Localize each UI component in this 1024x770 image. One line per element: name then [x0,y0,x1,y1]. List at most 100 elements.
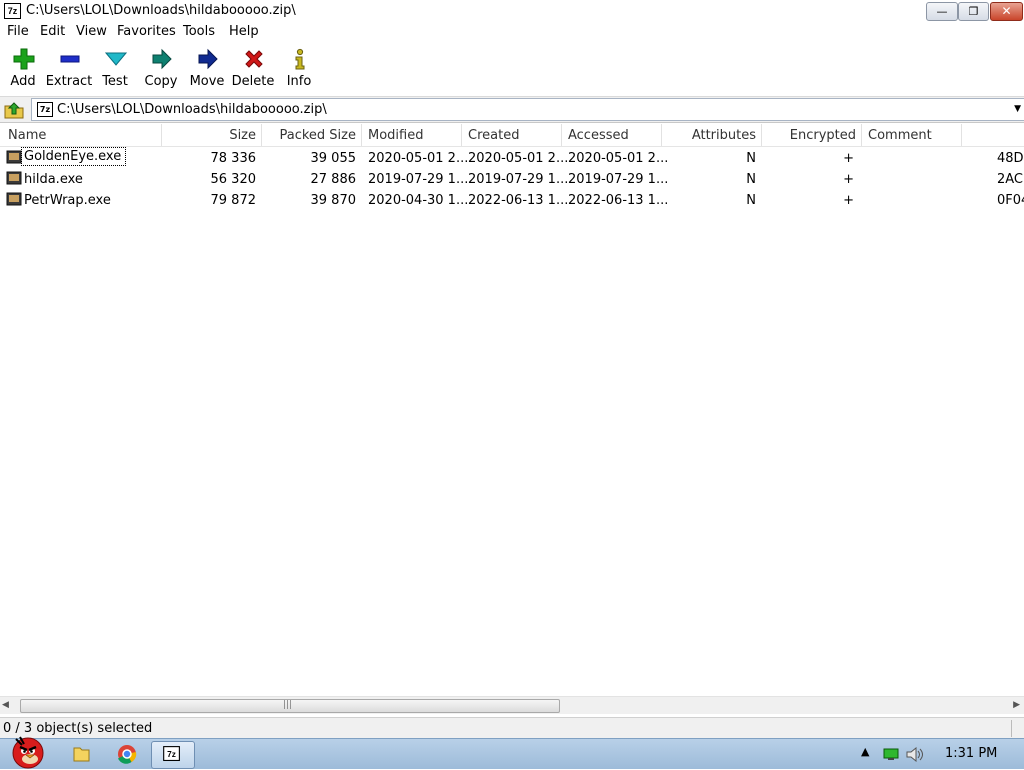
close-icon: ✕ [1001,4,1012,18]
scroll-left-icon[interactable]: ◀ [2,700,9,710]
plus-icon [13,48,35,70]
grip-icon: ||| [283,700,293,710]
close-button[interactable]: ✕ [990,2,1023,21]
column-divider[interactable] [561,124,562,146]
taskbar-chrome[interactable] [106,741,148,767]
svg-text:7z: 7z [167,749,176,759]
file-accessed: 2022-06-13 1... [568,193,669,208]
file-name[interactable]: GoldenEye.exe [20,147,127,166]
show-hidden-icons-icon[interactable]: ▲ [861,745,869,758]
file-accessed: 2020-05-01 2... [568,151,669,166]
address-combobox[interactable]: 7z C:\Users\LOL\Downloads\hildabooooo.zi… [31,98,1024,121]
menu-edit[interactable]: Edit [40,24,65,39]
scroll-right-icon[interactable]: ▶ [1013,700,1020,710]
status-bar: 0 / 3 object(s) selected [0,717,1024,739]
taskbar: 7z ▲ 1:31 PM [0,736,1024,769]
start-orb-angry-bird-icon[interactable] [2,731,50,769]
file-modified: 2020-04-30 1... [368,193,469,208]
col-attributes[interactable]: Attributes [662,128,756,143]
info-icon [295,48,305,70]
file-created: 2019-07-29 1... [468,172,569,187]
table-row[interactable]: hilda.exe 56 320 27 886 2019-07-29 1... … [0,169,1024,190]
chrome-icon [118,745,137,764]
exe-file-icon [6,171,22,185]
file-packed-size: 39 055 [310,151,357,166]
zip-archive-icon: 7z [37,102,53,117]
menu-help[interactable]: Help [229,24,259,39]
toolbar: Add Extract Test Copy Move Delete Info [0,42,1024,97]
exe-file-icon [6,150,22,164]
7zip-app-icon[interactable]: 7z [4,3,21,19]
file-accessed: 2019-07-29 1... [568,172,669,187]
file-encrypted: + [843,151,854,166]
menu-bar: File Edit View Favorites Tools Help [0,22,1024,42]
copy-arrow-icon [152,48,172,70]
file-created: 2020-05-01 2... [468,151,569,166]
table-row[interactable]: GoldenEye.exe 78 336 39 055 2020-05-01 2… [0,147,1024,169]
col-name[interactable]: Name [8,128,46,143]
col-modified[interactable]: Modified [368,128,423,143]
file-size: 56 320 [210,172,257,187]
address-bar: 7z C:\Users\LOL\Downloads\hildabooooo.zi… [0,97,1024,123]
column-divider[interactable] [461,124,462,146]
file-size: 78 336 [210,151,257,166]
explorer-folder-icon [73,747,90,762]
address-path[interactable]: C:\Users\LOL\Downloads\hildabooooo.zip\ [57,102,327,117]
column-divider[interactable] [861,124,862,146]
col-created[interactable]: Created [468,128,519,143]
file-modified: 2020-05-01 2... [368,151,469,166]
column-divider[interactable] [961,124,962,146]
delete-x-icon [245,50,263,68]
menu-tools[interactable]: Tools [183,24,215,39]
file-encrypted: + [843,172,854,187]
volume-icon[interactable] [906,747,924,762]
window-title: C:\Users\LOL\Downloads\hildabooooo.zip\ [26,3,296,18]
file-created: 2022-06-13 1... [468,193,569,208]
exe-file-icon [6,192,22,206]
file-crc: 2AC [997,172,1024,187]
file-attributes: N [746,151,756,166]
minus-icon [60,55,80,63]
file-crc: 48D( [997,151,1024,166]
7zip-icon: 7z [163,746,180,762]
up-folder-icon[interactable] [3,100,25,119]
title-bar: 7z C:\Users\LOL\Downloads\hildabooooo.zi… [0,0,1024,23]
column-header: Name Size Packed Size Modified Created A… [0,124,1024,147]
column-divider[interactable] [361,124,362,146]
info-button[interactable]: Info [276,44,322,92]
file-name[interactable]: hilda.exe [24,172,83,187]
menu-file[interactable]: File [7,24,29,39]
check-icon [105,52,127,66]
network-icon[interactable] [883,748,899,761]
col-size[interactable]: Size [162,128,256,143]
file-attributes: N [746,172,756,187]
maximize-button[interactable]: ❐ [958,2,989,21]
taskbar-7zip[interactable]: 7z [151,741,195,769]
col-encrypted[interactable]: Encrypted [762,128,856,143]
menu-view[interactable]: View [76,24,107,39]
file-encrypted: + [843,193,854,208]
file-attributes: N [746,193,756,208]
file-packed-size: 39 870 [310,193,357,208]
scrollbar-thumb[interactable]: ||| [20,699,560,713]
file-name[interactable]: PetrWrap.exe [24,193,111,208]
move-arrow-icon [198,48,218,70]
menu-favorites[interactable]: Favorites [117,24,176,39]
chevron-down-icon[interactable]: ▼ [1014,104,1021,114]
file-packed-size: 27 886 [310,172,357,187]
file-crc: 0F04 [997,193,1024,208]
horizontal-scrollbar[interactable]: ◀ ||| ▶ [0,696,1024,714]
status-divider [1011,720,1012,737]
file-size: 79 872 [210,193,257,208]
taskbar-explorer[interactable] [60,741,102,767]
col-accessed[interactable]: Accessed [568,128,629,143]
minimize-icon: — [936,5,948,18]
file-modified: 2019-07-29 1... [368,172,469,187]
minimize-button[interactable]: — [926,2,958,21]
col-comment[interactable]: Comment [868,128,932,143]
maximize-icon: ❐ [968,5,979,18]
file-name-text[interactable]: GoldenEye.exe [20,147,127,166]
col-packed-size[interactable]: Packed Size [262,128,356,143]
table-row[interactable]: PetrWrap.exe 79 872 39 870 2020-04-30 1.… [0,190,1024,211]
clock[interactable]: 1:31 PM [945,746,997,761]
